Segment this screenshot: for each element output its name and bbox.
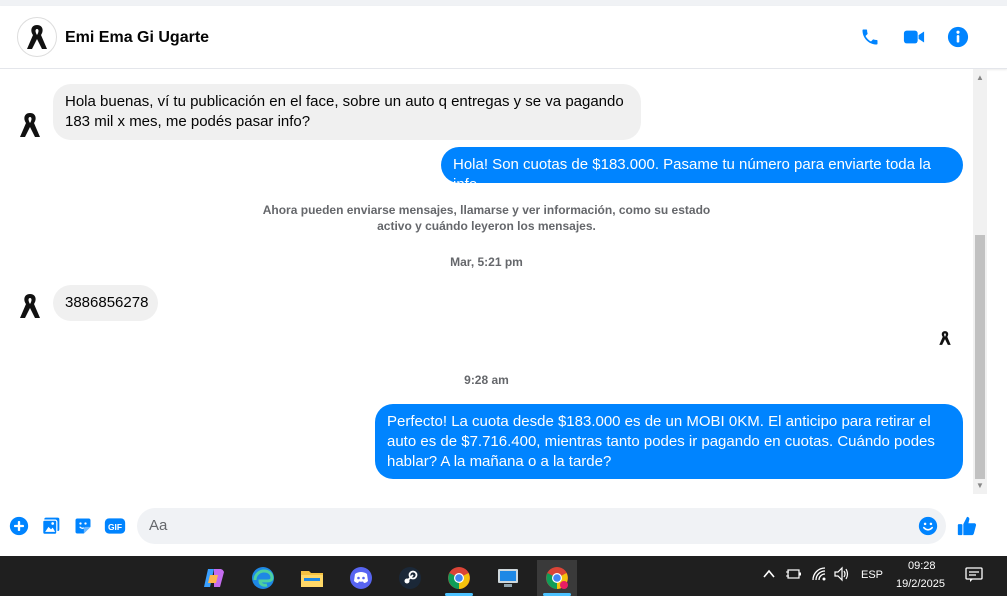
clock-date[interactable]: 19/2/2025 <box>896 578 945 590</box>
scrollbar-thumb[interactable] <box>975 235 985 479</box>
mourning-ribbon-icon <box>27 25 47 49</box>
gif-icon[interactable]: GIF <box>104 515 126 537</box>
read-receipt-avatar <box>938 330 952 346</box>
scroll-down-arrow[interactable]: ▼ <box>973 479 987 493</box>
clock-time[interactable]: 09:28 <box>908 560 936 572</box>
message-input[interactable]: Aa <box>137 508 946 544</box>
windows-taskbar: ESP 09:28 19/2/2025 <box>0 556 1007 596</box>
input-language[interactable]: ESP <box>861 569 883 581</box>
tray-chevron-up-icon[interactable] <box>762 567 776 581</box>
edge-icon[interactable] <box>243 560 283 596</box>
mourning-ribbon-icon <box>20 294 40 318</box>
chat-header: Emi Ema Gi Ugarte <box>0 6 1007 69</box>
discord-icon[interactable] <box>341 560 381 596</box>
chat-scrollbar[interactable]: ▲ ▼ <box>973 69 987 494</box>
battery-plug-icon[interactable] <box>786 567 802 581</box>
scroll-up-arrow[interactable]: ▲ <box>973 71 987 85</box>
mourning-ribbon-icon <box>20 113 40 137</box>
contact-avatar-small[interactable] <box>18 111 44 137</box>
chrome-profile-icon[interactable] <box>537 560 577 596</box>
wifi-icon[interactable] <box>811 566 827 582</box>
privacy-notice-line1: Ahora pueden enviarse mensajes, llamarse… <box>262 203 711 217</box>
contact-name[interactable]: Emi Ema Gi Ugarte <box>65 29 209 47</box>
message-list: Hola buenas, ví tu publicación en el fac… <box>0 69 973 494</box>
message-composer: GIF Aa <box>0 496 1007 556</box>
network-app-icon[interactable] <box>488 560 528 596</box>
chrome-icon[interactable] <box>439 560 479 596</box>
plus-icon[interactable] <box>8 515 30 537</box>
info-icon[interactable] <box>946 25 970 49</box>
privacy-notice-line2: activo y cuándo leyeron los mensajes. <box>377 219 596 233</box>
video-icon[interactable] <box>902 25 926 49</box>
image-icon[interactable] <box>40 515 62 537</box>
incoming-message[interactable]: Hola buenas, ví tu publicación en el fac… <box>53 84 641 140</box>
file-explorer-icon[interactable] <box>292 560 332 596</box>
steam-icon[interactable] <box>390 560 430 596</box>
like-thumb-icon[interactable] <box>956 515 978 537</box>
copilot-icon[interactable] <box>194 560 234 596</box>
timestamp: Mar, 5:21 pm <box>450 255 523 269</box>
outgoing-message[interactable]: Perfecto! La cuota desde $183.000 es de … <box>375 404 963 479</box>
sticker-icon[interactable] <box>72 515 94 537</box>
notifications-icon[interactable] <box>965 566 983 584</box>
contact-avatar[interactable] <box>17 17 57 57</box>
outgoing-message[interactable]: Hola! Son cuotas de $183.000. Pasame tu … <box>441 147 963 193</box>
volume-icon[interactable] <box>833 566 851 582</box>
timestamp: 9:28 am <box>464 373 509 387</box>
contact-avatar-small[interactable] <box>18 292 44 318</box>
phone-icon[interactable] <box>858 25 882 49</box>
svg-text:GIF: GIF <box>108 522 122 532</box>
mourning-ribbon-icon <box>939 331 951 345</box>
privacy-notice: Ahora pueden enviarse mensajes, llamarse… <box>0 202 973 234</box>
incoming-message[interactable]: 3886856278 <box>53 285 158 321</box>
emoji-icon[interactable] <box>917 515 939 537</box>
